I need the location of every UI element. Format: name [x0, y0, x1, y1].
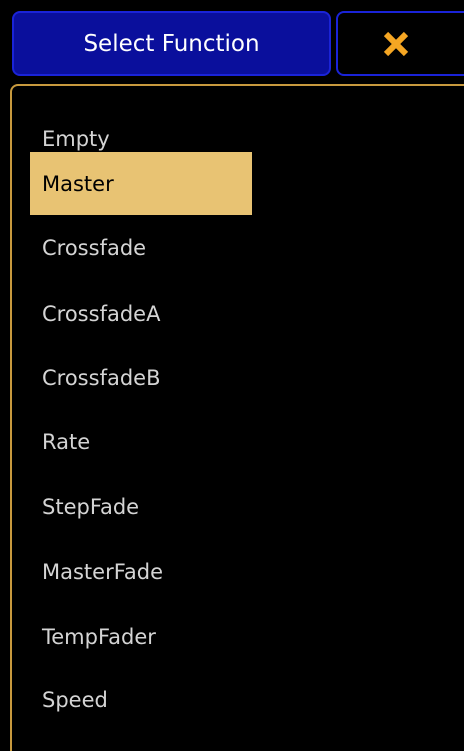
list-item-label: Speed	[42, 687, 108, 712]
select-function-title[interactable]: Select Function	[12, 11, 331, 76]
list-item-label: Master	[42, 171, 114, 196]
select-function-dialog: Select Function Empty Master Crossfade C…	[0, 0, 464, 751]
close-button[interactable]	[336, 11, 464, 76]
list-item-master[interactable]: Master	[30, 152, 252, 215]
dialog-title: Select Function	[83, 30, 260, 57]
list-item-crossfadea[interactable]: CrossfadeA	[30, 282, 252, 345]
list-item-label: CrossfadeA	[42, 301, 161, 326]
list-item-masterfade[interactable]: MasterFade	[30, 540, 252, 603]
list-item-crossfadeb[interactable]: CrossfadeB	[30, 346, 252, 409]
close-icon	[382, 30, 410, 58]
list-item-crossfade[interactable]: Crossfade	[30, 216, 252, 279]
list-item-label: StepFade	[42, 494, 140, 519]
function-list[interactable]: Empty Master Crossfade CrossfadeA Crossf…	[10, 84, 464, 751]
list-item-label: Rate	[42, 429, 91, 454]
list-item-speed[interactable]: Speed	[30, 668, 252, 731]
list-item-label: CrossfadeB	[42, 365, 161, 390]
list-item-tempfader[interactable]: TempFader	[30, 605, 252, 668]
list-item-label: TempFader	[42, 624, 156, 649]
list-item-label: Crossfade	[42, 235, 147, 260]
list-item-label: MasterFade	[42, 559, 163, 584]
list-item-label: Empty	[42, 126, 110, 151]
list-item-rate[interactable]: Rate	[30, 410, 252, 473]
list-item-stepfade[interactable]: StepFade	[30, 475, 252, 538]
